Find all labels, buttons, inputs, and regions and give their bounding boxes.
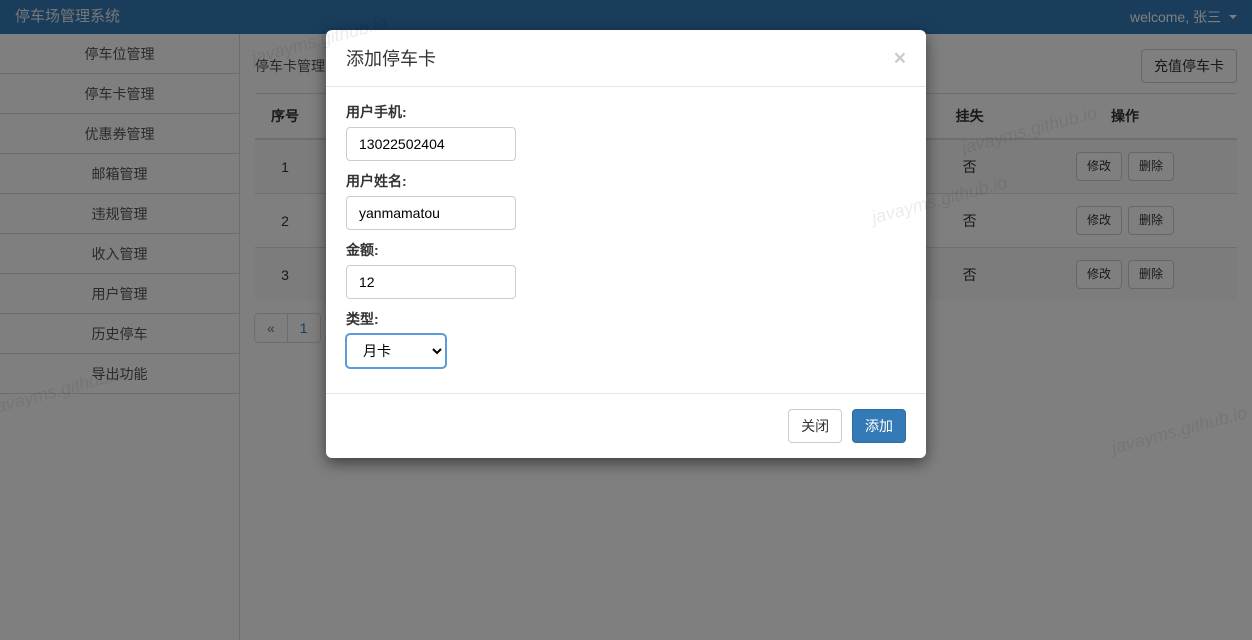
name-label: 用户姓名:: [346, 171, 906, 191]
modal-title: 添加停车卡: [346, 45, 436, 71]
phone-label: 用户手机:: [346, 102, 906, 122]
amount-input[interactable]: [346, 265, 516, 299]
type-label: 类型:: [346, 309, 906, 329]
submit-button[interactable]: 添加: [852, 409, 906, 443]
phone-input[interactable]: [346, 127, 516, 161]
type-select[interactable]: 月卡: [346, 334, 446, 368]
add-card-modal: 添加停车卡 × 用户手机: 用户姓名: 金额: 类型: 月卡 关闭 添加: [326, 30, 926, 458]
close-icon[interactable]: ×: [894, 48, 906, 69]
close-button[interactable]: 关闭: [788, 409, 842, 443]
name-input[interactable]: [346, 196, 516, 230]
amount-label: 金额:: [346, 240, 906, 260]
